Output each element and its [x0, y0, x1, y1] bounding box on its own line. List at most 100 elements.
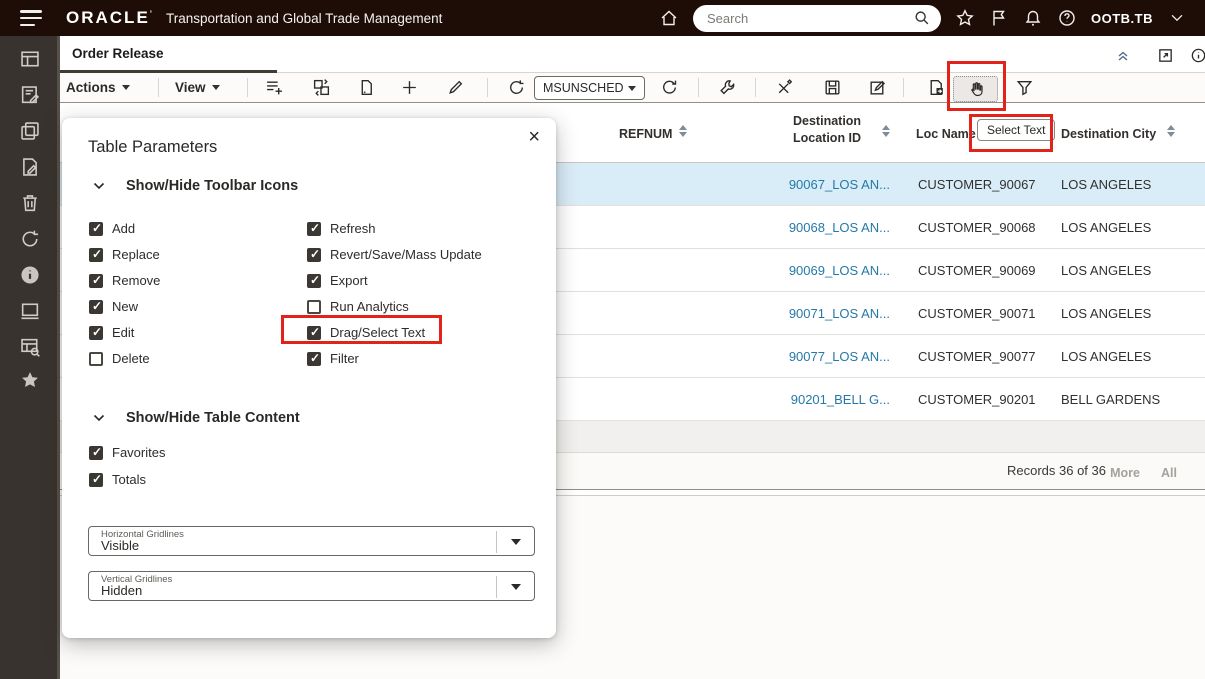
drag-select-text-button[interactable]: [953, 76, 998, 102]
flag-icon[interactable]: [989, 8, 1009, 28]
close-icon[interactable]: ×: [528, 126, 540, 149]
view-menu-button[interactable]: View: [175, 73, 220, 102]
checkbox-row-export[interactable]: Export: [307, 273, 368, 288]
search-icon[interactable]: [913, 9, 931, 27]
chevron-down-icon[interactable]: [511, 539, 521, 545]
reload-icon[interactable]: [660, 78, 679, 97]
checkbox-row-remove[interactable]: Remove: [89, 273, 160, 288]
refresh-checkbox[interactable]: [307, 222, 321, 236]
show-all-button[interactable]: All: [1161, 466, 1177, 480]
destination-location-id-link[interactable]: 90071_LOS AN...: [760, 306, 890, 321]
checkbox-row-refresh[interactable]: Refresh: [307, 221, 376, 236]
checkbox-row-revert-save-mass-update[interactable]: Revert/Save/Mass Update: [307, 247, 482, 262]
edit-checkbox[interactable]: [89, 326, 103, 340]
workbench-icon[interactable]: [19, 48, 41, 70]
filter-funnel-icon[interactable]: [1015, 78, 1034, 97]
destination-location-id-link[interactable]: 90069_LOS AN...: [760, 263, 890, 278]
add-plus-icon[interactable]: [400, 78, 419, 97]
vertical-gridlines-select[interactable]: Vertical Gridlines Hidden: [88, 571, 535, 601]
checkbox-row-add[interactable]: Add: [89, 221, 135, 236]
destination-location-id-link[interactable]: 90067_LOS AN...: [760, 177, 890, 192]
actions-menu-button[interactable]: Actions: [66, 73, 130, 102]
help-icon[interactable]: [1057, 8, 1077, 28]
column-header-destination-city[interactable]: Destination City: [1061, 127, 1156, 141]
sort-icon[interactable]: [882, 125, 890, 137]
export-checkbox[interactable]: [307, 274, 321, 288]
document-note-icon[interactable]: [19, 84, 41, 106]
sort-icon[interactable]: [679, 125, 687, 137]
run-analytics-checkbox[interactable]: [307, 300, 321, 314]
remove-checkbox[interactable]: [89, 274, 103, 288]
home-icon[interactable]: [659, 8, 679, 28]
replace-checkbox[interactable]: [89, 248, 103, 262]
horizontal-gridlines-select[interactable]: Horizontal Gridlines Visible: [88, 526, 535, 556]
table-search-icon[interactable]: [19, 336, 41, 358]
destination-city-cell: LOS ANGELES: [1061, 306, 1151, 321]
edit-pencil-icon[interactable]: [446, 78, 465, 97]
delete-trash-icon[interactable]: [19, 192, 41, 214]
hamburger-menu-icon[interactable]: [20, 10, 42, 26]
checkbox-row-edit[interactable]: Edit: [89, 325, 134, 340]
refresh-icon[interactable]: [19, 228, 41, 250]
saved-query-combobox[interactable]: MSUNSCHED: [534, 76, 645, 100]
checkbox-row-totals[interactable]: Totals: [89, 472, 146, 487]
new-document-icon[interactable]: [357, 78, 376, 97]
new-checkbox[interactable]: [89, 300, 103, 314]
chevron-down-icon[interactable]: [511, 584, 521, 590]
chevron-down-icon: [92, 179, 106, 193]
revert-save-mass-update-checkbox[interactable]: [307, 248, 321, 262]
add-rows-icon[interactable]: [265, 78, 284, 97]
top-bar: ORACLE’ Transportation and Global Trade …: [0, 0, 1205, 36]
filter-checkbox[interactable]: [307, 352, 321, 366]
favorites-checkbox[interactable]: [89, 446, 103, 460]
add-checkbox[interactable]: [89, 222, 103, 236]
app-title: Transportation and Global Trade Manageme…: [166, 11, 442, 26]
search-input[interactable]: [707, 11, 913, 26]
chevron-down-icon: [92, 411, 106, 425]
totals-checkbox[interactable]: [89, 473, 103, 487]
file-edit-icon[interactable]: [19, 156, 41, 178]
tools-wrench-icon[interactable]: [718, 78, 737, 97]
checkbox-row-run-analytics[interactable]: Run Analytics: [307, 299, 409, 314]
checkbox-row-favorites[interactable]: Favorites: [89, 445, 165, 460]
favorites-filled-star-icon[interactable]: [19, 369, 41, 391]
destination-location-id-link[interactable]: 90201_BELL G...: [760, 392, 890, 407]
refresh-query-icon[interactable]: [507, 78, 526, 97]
checkbox-row-new[interactable]: New: [89, 299, 138, 314]
destination-location-id-link[interactable]: 90077_LOS AN...: [760, 349, 890, 364]
page-info-icon[interactable]: [1190, 47, 1205, 64]
copy-icon[interactable]: [19, 120, 41, 142]
column-header-destination-location-id[interactable]: Destination Location ID: [793, 113, 873, 147]
global-search[interactable]: [693, 5, 941, 32]
open-in-new-window-icon[interactable]: [1157, 47, 1174, 64]
dialog-title: Table Parameters: [88, 138, 217, 157]
replace-icon[interactable]: [312, 78, 331, 97]
notifications-bell-icon[interactable]: [1023, 8, 1043, 28]
collapse-toolbar-icon[interactable]: [1115, 47, 1132, 64]
column-header-refnum[interactable]: REFNUM: [619, 127, 672, 141]
checkbox-row-filter[interactable]: Filter: [307, 351, 359, 366]
loc-name-cell: CUSTOMER_90077: [918, 349, 1036, 364]
user-menu-chevron-down-icon[interactable]: [1167, 8, 1187, 28]
favorites-star-icon[interactable]: [955, 8, 975, 28]
user-menu-label[interactable]: OOTB.TB: [1091, 11, 1153, 26]
checkbox-row-replace[interactable]: Replace: [89, 247, 160, 262]
show-more-button[interactable]: More: [1110, 466, 1140, 480]
section-table-content[interactable]: Show/Hide Table Content: [92, 410, 300, 426]
destination-location-id-link[interactable]: 90068_LOS AN...: [760, 220, 890, 235]
mass-update-icon[interactable]: [868, 78, 887, 97]
drag-select-text-checkbox[interactable]: [307, 326, 321, 340]
info-icon[interactable]: [19, 264, 41, 286]
column-header-loc-name[interactable]: Loc Name: [916, 127, 976, 141]
sort-icon[interactable]: [1167, 125, 1175, 137]
checkbox-row-drag-select-text[interactable]: Drag/Select Text: [307, 325, 425, 340]
delete-checkbox[interactable]: [89, 352, 103, 366]
section-toolbar-icons[interactable]: Show/Hide Toolbar Icons: [92, 178, 298, 194]
tab-order-release[interactable]: Order Release: [60, 36, 277, 73]
revert-icon[interactable]: [775, 78, 794, 97]
screen-icon[interactable]: [19, 300, 41, 322]
loc-name-cell: CUSTOMER_90069: [918, 263, 1036, 278]
save-icon[interactable]: [823, 78, 842, 97]
checkbox-row-delete[interactable]: Delete: [89, 351, 150, 366]
export-icon[interactable]: [927, 78, 946, 97]
